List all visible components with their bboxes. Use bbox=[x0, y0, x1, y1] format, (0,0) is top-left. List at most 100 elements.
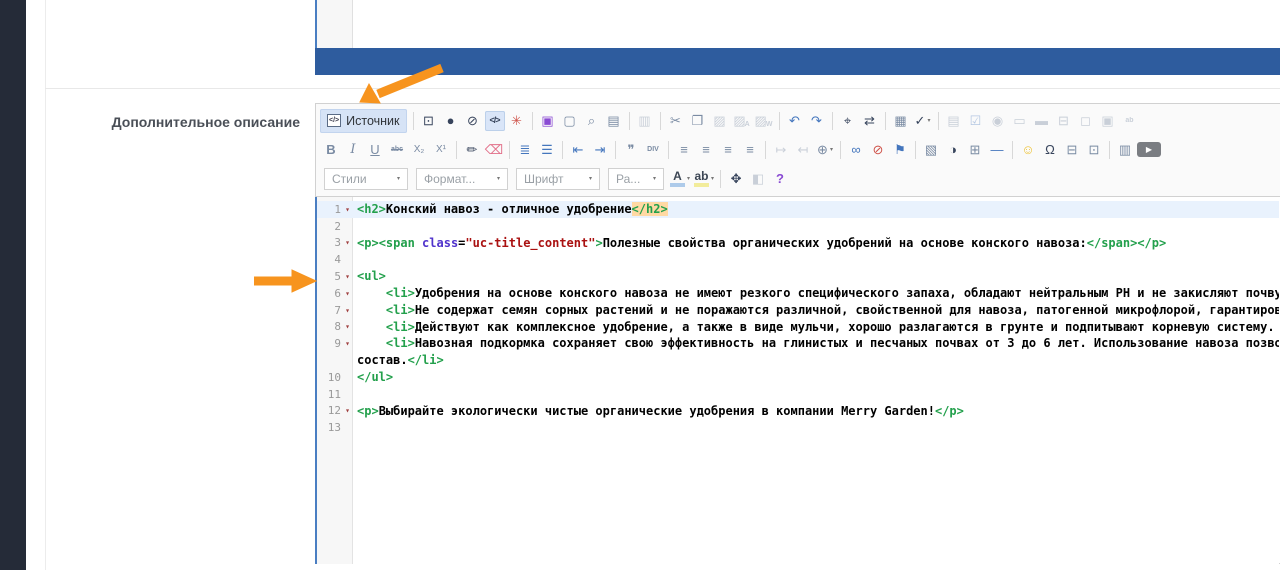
indent-icon[interactable]: ⇥ bbox=[590, 140, 610, 160]
link-icon[interactable]: ∞ bbox=[846, 140, 866, 160]
fold-arrow[interactable]: ▾ bbox=[341, 205, 350, 214]
spellcheck-icon[interactable]: ✓ ▾ bbox=[913, 111, 933, 131]
italic-icon[interactable]: I bbox=[343, 140, 363, 160]
comment-icon[interactable]: ● bbox=[441, 111, 461, 131]
code-line[interactable]: <p>Выбирайте экологически чистые органич… bbox=[353, 403, 964, 420]
paste-icon[interactable]: ▨ bbox=[710, 111, 730, 131]
image2-icon[interactable]: ▥ bbox=[1115, 140, 1135, 160]
hide-comments-icon[interactable]: ⊘ bbox=[463, 111, 483, 131]
rtl-icon[interactable]: ↤ bbox=[793, 140, 813, 160]
remove-format-icon[interactable]: ⌫ bbox=[484, 140, 504, 160]
code-line[interactable]: </ul> bbox=[353, 369, 393, 386]
new-page-icon[interactable]: ▢ bbox=[560, 111, 580, 131]
youtube-icon[interactable]: ▶ bbox=[1137, 142, 1161, 157]
copy-icon[interactable]: ❐ bbox=[688, 111, 708, 131]
form-icon[interactable]: ▤ bbox=[944, 111, 964, 131]
font-select[interactable]: Шрифт ▾ bbox=[516, 167, 600, 190]
toolbar-separator bbox=[509, 140, 510, 159]
text-field-icon[interactable]: ▭ bbox=[1010, 111, 1030, 131]
iframe-icon[interactable]: ⊡ bbox=[1084, 140, 1104, 160]
div-icon[interactable]: DIV bbox=[643, 140, 663, 160]
bold-icon[interactable]: B bbox=[321, 140, 341, 160]
cut-icon[interactable]: ✂ bbox=[666, 111, 686, 131]
source-code-area[interactable]: 1 ▾ <h2>Конский навоз - отличное удобрение… bbox=[315, 197, 1279, 564]
paste-word-icon[interactable]: ▨ W bbox=[754, 111, 774, 131]
select-all-icon[interactable]: ▦ bbox=[891, 111, 911, 131]
ltr-icon[interactable]: ↦ bbox=[771, 140, 791, 160]
region-select-icon[interactable]: ⊡ bbox=[419, 111, 439, 131]
line-number-cell: 4 bbox=[317, 251, 353, 268]
fold-arrow[interactable]: ▾ bbox=[341, 272, 350, 281]
styles-select[interactable]: Стили ▾ bbox=[324, 167, 408, 190]
numbered-list-icon[interactable]: ≣ bbox=[515, 140, 535, 160]
unlink-icon[interactable]: ⊘ bbox=[868, 140, 888, 160]
text-color-icon[interactable]: A ▾ bbox=[670, 170, 690, 187]
blockquote-icon[interactable]: ❞ bbox=[621, 140, 641, 160]
maximize-icon[interactable]: ✥ bbox=[726, 169, 746, 189]
hidden-field-icon[interactable]: ab bbox=[1120, 111, 1140, 131]
code-line[interactable]: <ul> bbox=[353, 268, 386, 285]
code-line[interactable] bbox=[353, 218, 357, 235]
toolbar-separator bbox=[562, 140, 563, 159]
code-line[interactable] bbox=[353, 251, 357, 268]
save-icon[interactable]: ▣ bbox=[538, 111, 558, 131]
fold-arrow[interactable]: ▾ bbox=[341, 289, 350, 298]
table-icon[interactable]: ⊞ bbox=[965, 140, 985, 160]
image-button-icon[interactable]: ▣ bbox=[1098, 111, 1118, 131]
redo-icon[interactable]: ↷ bbox=[807, 111, 827, 131]
checkbox-icon[interactable]: ☑ bbox=[966, 111, 986, 131]
fold-arrow[interactable]: ▾ bbox=[341, 306, 350, 315]
smiley-icon[interactable]: ☺ bbox=[1018, 140, 1038, 160]
fold-arrow[interactable]: ▾ bbox=[341, 322, 350, 331]
code-snippet-icon[interactable]: </> bbox=[484, 110, 505, 131]
size-select[interactable]: Ра... ▾ bbox=[608, 167, 664, 190]
show-blocks-icon[interactable]: ◧ bbox=[748, 169, 768, 189]
hr-icon[interactable]: ― bbox=[987, 140, 1007, 160]
format-select[interactable]: Формат... ▾ bbox=[416, 167, 508, 190]
button-icon[interactable]: ◻ bbox=[1076, 111, 1096, 131]
bulleted-list-icon[interactable]: ☰ bbox=[537, 140, 557, 160]
justify-icon[interactable]: ≡ bbox=[740, 140, 760, 160]
fold-arrow[interactable]: ▾ bbox=[341, 238, 350, 247]
source-button[interactable]: </> Источник bbox=[320, 108, 407, 133]
select-field-icon[interactable]: ⊟ bbox=[1054, 111, 1074, 131]
align-left-icon[interactable]: ≡ bbox=[674, 140, 694, 160]
find-icon[interactable]: ⌖ bbox=[838, 111, 858, 131]
special-char-icon[interactable]: Ω bbox=[1040, 140, 1060, 160]
code-line[interactable] bbox=[353, 386, 357, 403]
code-line[interactable] bbox=[353, 419, 357, 436]
language-icon[interactable]: ⊕ ▾ bbox=[815, 140, 835, 160]
radio-icon[interactable]: ◉ bbox=[988, 111, 1008, 131]
outdent-icon[interactable]: ⇤ bbox=[568, 140, 588, 160]
bg-color-icon[interactable]: ab ▾ bbox=[694, 170, 714, 187]
underline-icon[interactable]: U bbox=[365, 140, 385, 160]
anchor-icon[interactable]: ⚑ bbox=[890, 140, 910, 160]
strike-icon[interactable]: abc bbox=[387, 140, 407, 160]
replace-icon[interactable]: ⇄ bbox=[860, 111, 880, 131]
print-icon[interactable]: ▤ bbox=[604, 111, 624, 131]
flash-icon[interactable]: ◑ bbox=[943, 140, 963, 160]
paste-text-icon[interactable]: ▨ A bbox=[732, 111, 752, 131]
templates-icon[interactable]: ✳ bbox=[507, 111, 527, 131]
code-line[interactable]: <li>Удобрения на основе конского навоза … bbox=[353, 285, 1279, 302]
align-right-icon[interactable]: ≡ bbox=[718, 140, 738, 160]
undo-icon[interactable]: ↶ bbox=[785, 111, 805, 131]
fold-arrow[interactable]: ▾ bbox=[341, 339, 350, 348]
superscript-icon[interactable]: X¹ bbox=[431, 140, 451, 160]
code-line[interactable]: <li>Не содержат семян сорных растений и … bbox=[353, 302, 1279, 319]
paste-doc-icon[interactable]: ▥ bbox=[635, 111, 655, 131]
textarea-icon[interactable]: ▬ bbox=[1032, 111, 1052, 131]
page-break-icon[interactable]: ⊟ bbox=[1062, 140, 1082, 160]
fold-arrow[interactable]: ▾ bbox=[341, 406, 350, 415]
copy-format-icon[interactable]: ✏ bbox=[462, 140, 482, 160]
image-icon[interactable]: ▧ bbox=[921, 140, 941, 160]
code-line[interactable]: <li>Действуют как комплексное удобрение,… bbox=[353, 319, 1279, 336]
code-line[interactable]: <li>Навозная подкормка сохраняет свою эф… bbox=[353, 335, 1279, 352]
code-line[interactable]: состав.</li> bbox=[353, 352, 444, 369]
subscript-icon[interactable]: X₂ bbox=[409, 140, 429, 160]
code-line[interactable]: <p><span class="uc-title_content">Полезн… bbox=[353, 235, 1166, 252]
about-icon[interactable]: ? bbox=[770, 169, 790, 189]
preview-icon[interactable]: ⌕ bbox=[582, 111, 602, 131]
code-line[interactable]: <h2>Конский навоз - отличное удобрение</… bbox=[353, 201, 668, 218]
align-center-icon[interactable]: ≡ bbox=[696, 140, 716, 160]
